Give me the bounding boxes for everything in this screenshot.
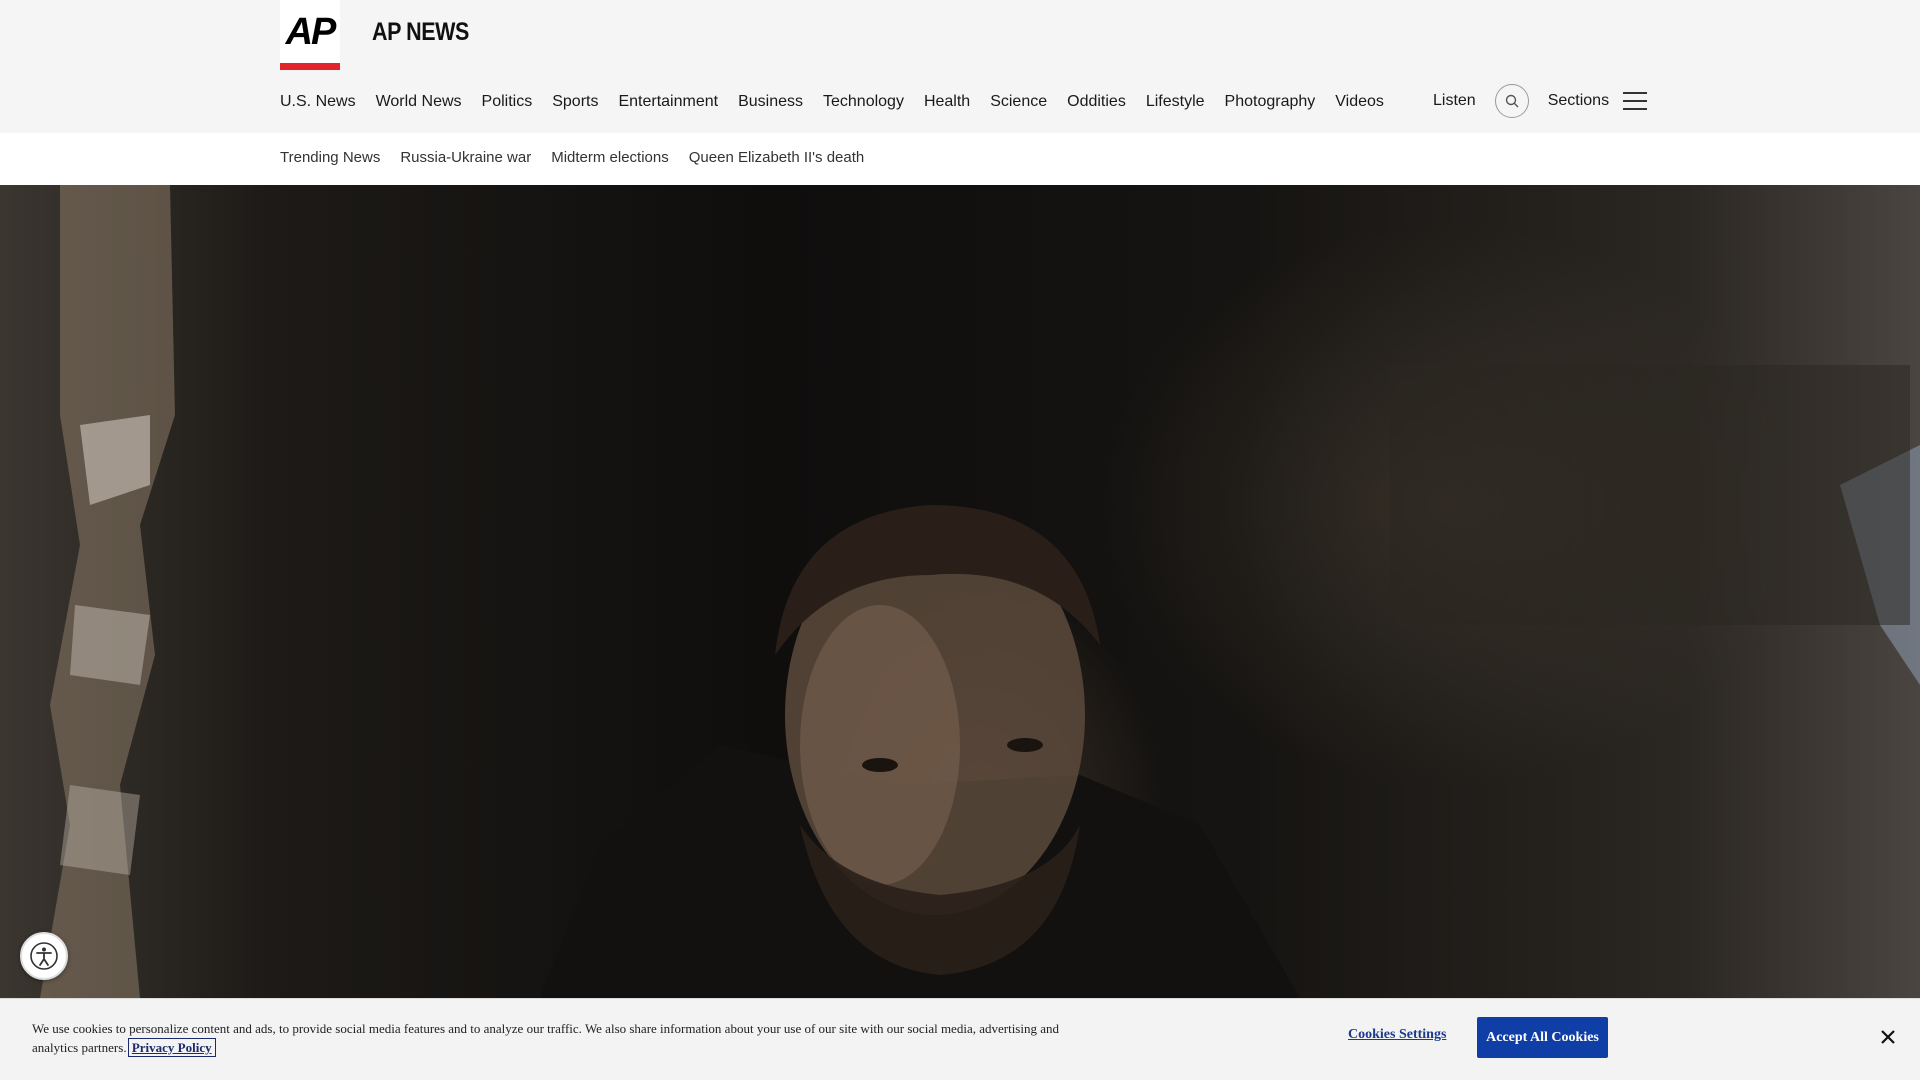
hamburger-line	[1623, 100, 1648, 102]
nav-item-oddities[interactable]: Oddities	[1067, 93, 1126, 111]
main-nav: U.S. News World News Politics Sports Ent…	[280, 89, 1404, 115]
hamburger-icon[interactable]	[1623, 91, 1648, 111]
hamburger-line	[1623, 92, 1648, 94]
site-header: AP AP NEWS U.S. News World News Politics…	[0, 0, 1920, 133]
header-tools: Listen Sections	[1433, 84, 1648, 118]
nav-item-world-news[interactable]: World News	[376, 93, 462, 111]
nav-item-videos[interactable]: Videos	[1335, 93, 1384, 111]
search-icon	[1505, 94, 1519, 108]
trending-item-queen-elizabeth[interactable]: Queen Elizabeth II's death	[689, 149, 864, 166]
hero-photo-illustration	[40, 185, 1920, 998]
accessibility-button[interactable]	[20, 932, 68, 980]
person-eye-right	[1007, 738, 1043, 752]
curtain-drape	[40, 185, 175, 998]
logo-text: AP	[285, 10, 337, 53]
hamburger-line	[1623, 108, 1648, 110]
nav-item-lifestyle[interactable]: Lifestyle	[1146, 93, 1205, 111]
trending-item-midterm-elections[interactable]: Midterm elections	[551, 149, 669, 166]
nav-item-health[interactable]: Health	[924, 93, 970, 111]
nav-item-entertainment[interactable]: Entertainment	[618, 93, 718, 111]
brand-name[interactable]: AP NEWS	[372, 18, 469, 47]
face-highlight	[800, 605, 960, 885]
trending-item-trending-news[interactable]: Trending News	[280, 149, 380, 166]
trending-item-russia-ukraine-war[interactable]: Russia-Ukraine war	[400, 149, 531, 166]
close-icon	[1881, 1030, 1895, 1044]
privacy-policy-link[interactable]: Privacy Policy	[127, 1038, 216, 1057]
sections-button[interactable]: Sections	[1548, 92, 1609, 110]
trending-links: Trending News Russia-Ukraine war Midterm…	[280, 149, 884, 166]
nav-item-technology[interactable]: Technology	[823, 93, 904, 111]
accessibility-icon	[30, 942, 58, 970]
background-frame	[1390, 365, 1910, 625]
logo-accent-bar	[280, 63, 340, 70]
ap-logo[interactable]: AP	[280, 0, 340, 70]
nav-item-photography[interactable]: Photography	[1225, 93, 1316, 111]
cookie-banner: We use cookies to personalize content an…	[0, 998, 1920, 1080]
nav-item-sports[interactable]: Sports	[552, 93, 598, 111]
curtain-fold	[70, 605, 150, 685]
nav-item-us-news[interactable]: U.S. News	[280, 93, 356, 111]
cookie-notice: We use cookies to personalize content an…	[32, 1019, 1062, 1057]
nav-item-science[interactable]: Science	[990, 93, 1047, 111]
close-button[interactable]	[1877, 1026, 1899, 1048]
search-button[interactable]	[1494, 84, 1529, 118]
hero-photo[interactable]	[0, 185, 1920, 998]
cookies-settings-button[interactable]: Cookies Settings	[1348, 1027, 1446, 1043]
trending-bar: Trending News Russia-Ukraine war Midterm…	[0, 133, 1920, 185]
accept-all-cookies-button[interactable]: Accept All Cookies	[1477, 1017, 1608, 1058]
person-eye-left	[862, 758, 898, 772]
listen-button[interactable]: Listen	[1433, 92, 1476, 110]
nav-item-business[interactable]: Business	[738, 93, 803, 111]
nav-item-politics[interactable]: Politics	[482, 93, 533, 111]
curtain-fold	[60, 785, 140, 875]
